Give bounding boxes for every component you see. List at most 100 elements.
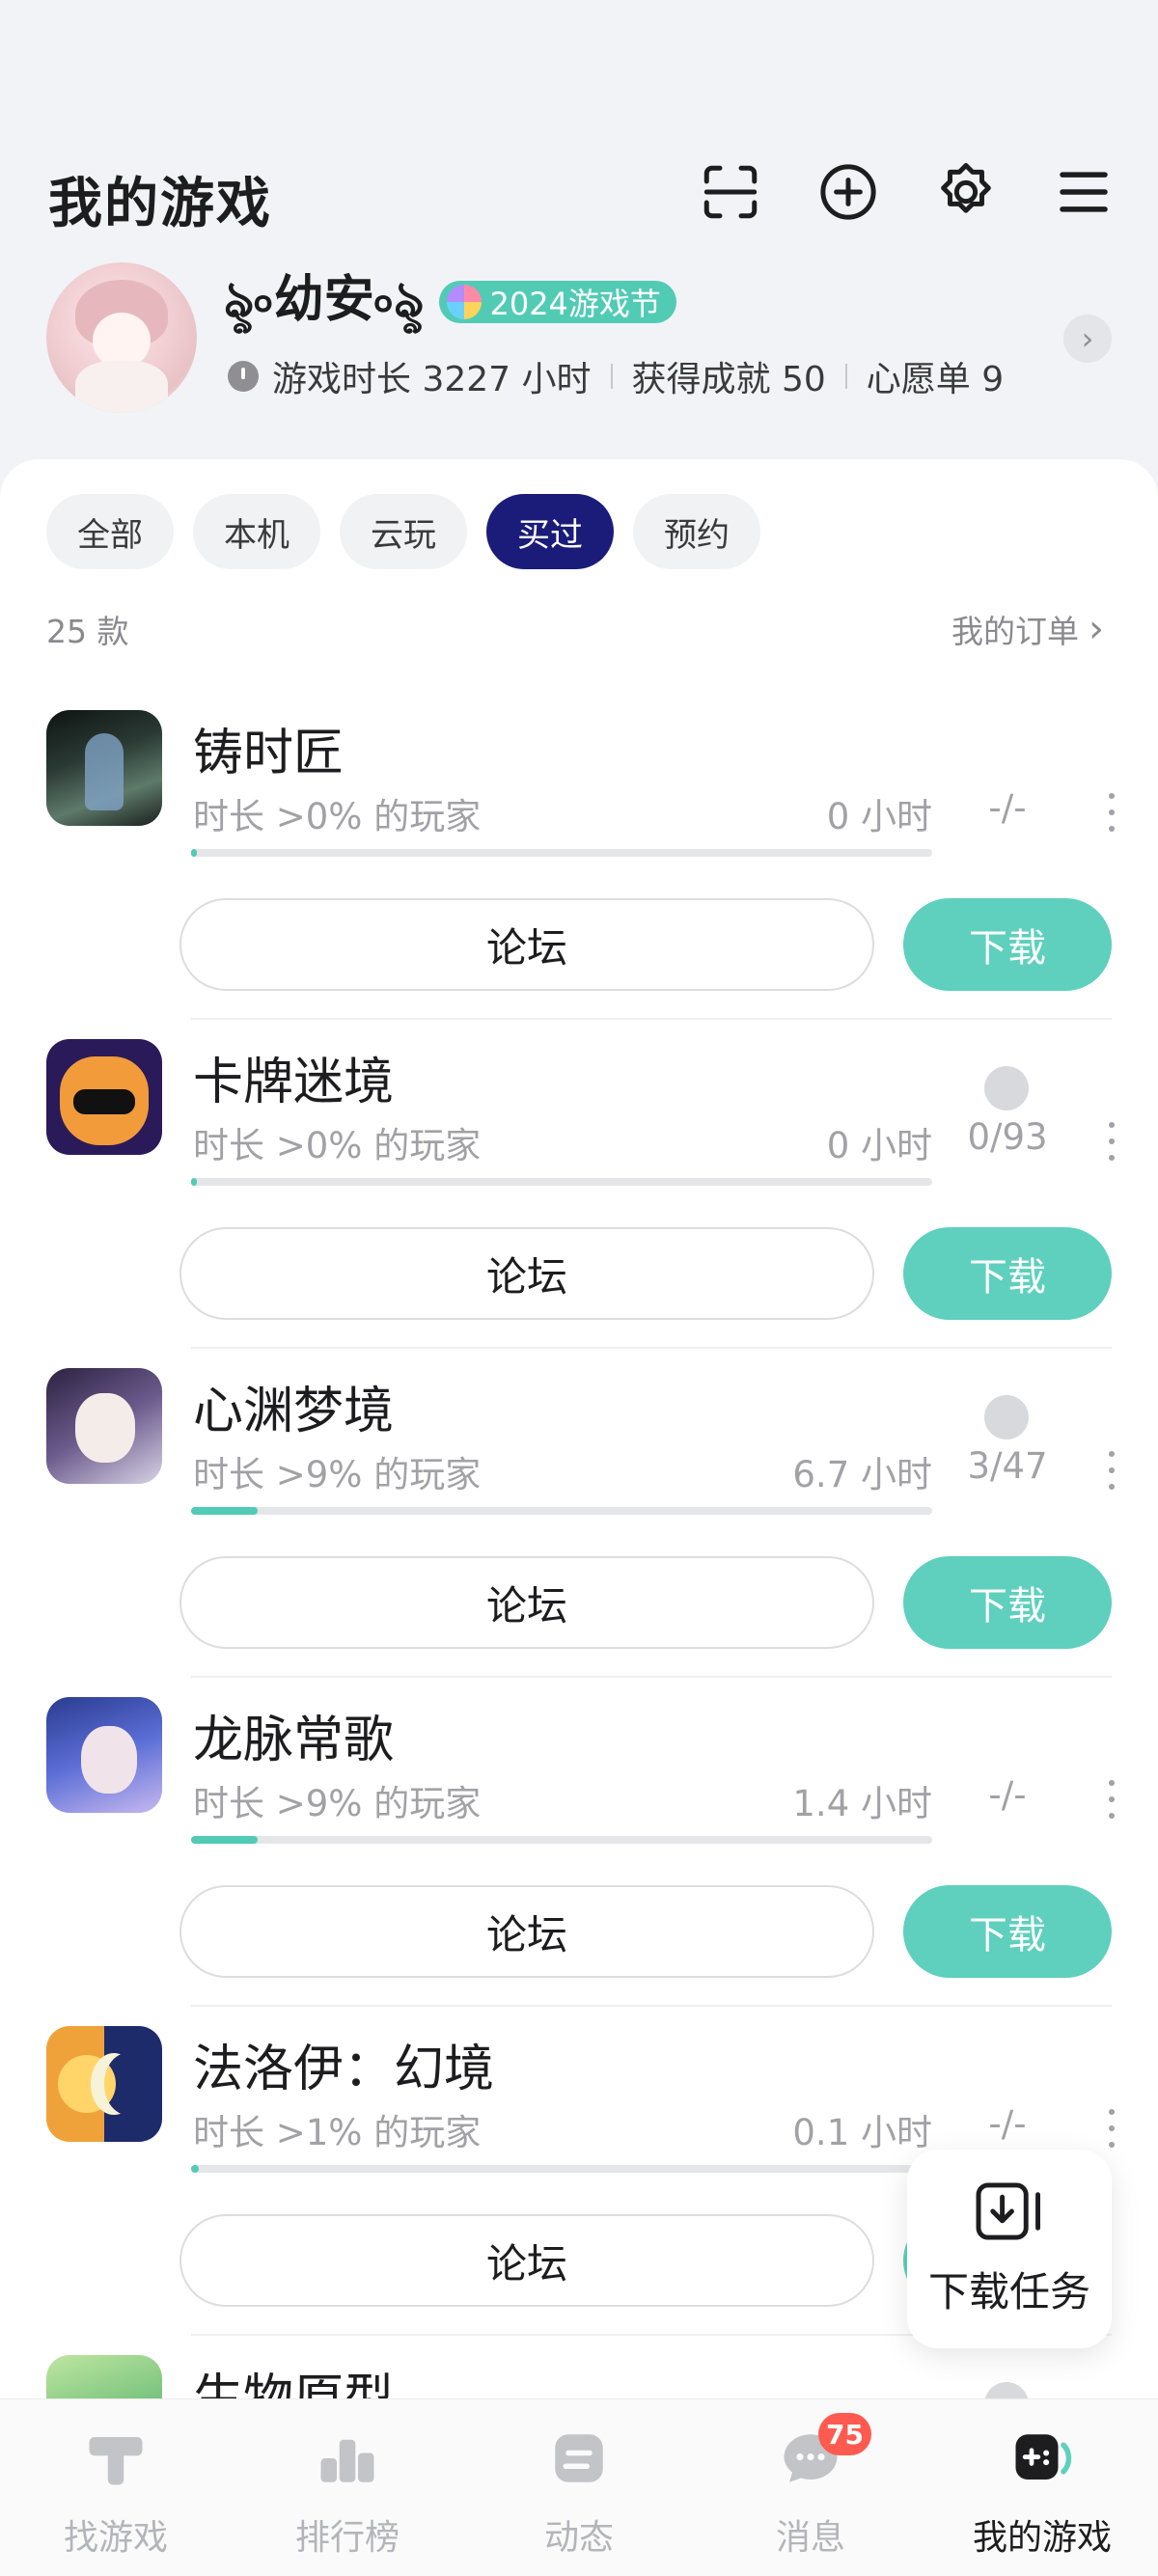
game-row: 卡牌迷境 时长 >0% 的玩家 0 小时 0/93 论坛 下载 xyxy=(0,1020,1158,1349)
trophy-icon xyxy=(984,1066,1029,1110)
playtime-hours: 1.4 小时 xyxy=(792,1783,932,1824)
filter-chips: 全部 本机 云玩 买过 预约 xyxy=(46,494,760,569)
chip-all[interactable]: 全部 xyxy=(46,494,174,569)
forum-button[interactable]: 论坛 xyxy=(179,1556,874,1649)
game-name[interactable]: 龙脉常歌 xyxy=(193,1699,394,1771)
settings-icon[interactable] xyxy=(930,156,1002,228)
playtime-bar xyxy=(191,849,932,857)
more-options-icon[interactable] xyxy=(1102,2109,1121,2148)
tab-label: 我的游戏 xyxy=(972,2518,1112,2558)
chip-local[interactable]: 本机 xyxy=(193,494,320,569)
download-button[interactable]: 下载 xyxy=(903,1556,1112,1649)
trophy-icon xyxy=(984,1395,1029,1439)
tab-label: 动态 xyxy=(543,2518,614,2558)
more-options-icon[interactable] xyxy=(1102,1122,1121,1161)
playtime-bar-fill xyxy=(191,2165,199,2173)
playtime-bar-fill xyxy=(191,1836,259,1844)
playtime-bar xyxy=(191,1507,932,1515)
menu-icon[interactable] xyxy=(1048,156,1119,228)
tab-feed[interactable]: 动态 xyxy=(463,2399,695,2576)
scan-icon[interactable] xyxy=(695,156,766,228)
game-name[interactable]: 心渊梦境 xyxy=(193,1370,394,1442)
playtime-hours: 0 小时 xyxy=(826,1125,932,1166)
game-icon[interactable] xyxy=(46,1697,162,1813)
download-tasks-label: 下载任务 xyxy=(927,2267,1090,2316)
game-name[interactable]: 法洛伊：幻境 xyxy=(193,2028,494,2100)
playtime-hours: 0.1 小时 xyxy=(792,2112,932,2153)
game-name[interactable]: 铸时匠 xyxy=(193,712,344,784)
find-game-icon xyxy=(82,2425,150,2492)
playtime-percentile: 时长 >9% 的玩家 xyxy=(193,1783,482,1824)
ranking-icon xyxy=(314,2425,381,2492)
tab-find-game[interactable]: 找游戏 xyxy=(0,2399,232,2576)
playtime-bar xyxy=(191,1836,932,1844)
stat-playtime: 游戏时长 3227 小时 xyxy=(272,360,592,399)
playtime-hours: 0 小时 xyxy=(826,796,932,837)
more-options-icon[interactable] xyxy=(1102,1780,1121,1819)
header: 我的游戏 ৡ৹幼安৹ৡ 2024游戏节 游戏时长 3227 小时 获得成就 50… xyxy=(0,0,1158,463)
tab-label: 消息 xyxy=(775,2518,845,2558)
playtime-bar xyxy=(191,2165,932,2173)
chip-purchased[interactable]: 买过 xyxy=(486,494,614,569)
playtime-percentile: 时长 >0% 的玩家 xyxy=(193,1125,482,1166)
add-circle-icon[interactable] xyxy=(813,156,884,228)
stat-achievements: 获得成就 50 xyxy=(631,360,826,399)
tab-ranking[interactable]: 排行榜 xyxy=(232,2399,463,2576)
playtime-bar-fill xyxy=(191,1507,259,1515)
page-title: 我的游戏 xyxy=(48,173,272,235)
playtime-hours: 6.7 小时 xyxy=(792,1454,932,1495)
festival-flower-icon xyxy=(447,284,482,319)
my-orders-label: 我的订单 xyxy=(951,613,1079,650)
game-count: 25 款 xyxy=(46,613,129,650)
playtime-bar xyxy=(191,1178,932,1186)
tab-messages[interactable]: 75 消息 xyxy=(695,2399,926,2576)
download-tasks-icon xyxy=(976,2181,1041,2240)
feed-icon xyxy=(545,2425,613,2492)
playtime-percentile: 时长 >1% 的玩家 xyxy=(193,2112,482,2153)
game-icon[interactable] xyxy=(46,2026,162,2142)
playtime-bar-fill xyxy=(191,849,198,857)
event-badge[interactable]: 2024游戏节 xyxy=(439,280,676,323)
stat-divider xyxy=(844,364,847,389)
achievement-progress: -/- xyxy=(988,1774,1027,1816)
nickname: ৡ৹幼安৹ৡ xyxy=(224,271,425,329)
download-button[interactable]: 下载 xyxy=(903,898,1112,991)
more-options-icon[interactable] xyxy=(1102,1451,1121,1490)
unread-badge: 75 xyxy=(818,2413,871,2455)
download-button[interactable]: 下载 xyxy=(903,1885,1112,1978)
profile-name-row[interactable]: ৡ৹幼安৹ৡ 2024游戏节 xyxy=(224,259,676,344)
my-orders-link[interactable]: 我的订单 › xyxy=(951,606,1104,652)
avatar[interactable] xyxy=(46,262,197,413)
download-button[interactable]: 下载 xyxy=(903,1227,1112,1320)
forum-button[interactable]: 论坛 xyxy=(179,2214,874,2307)
profile-stats: 游戏时长 3227 小时 获得成就 50 心愿单 9 xyxy=(228,351,1004,401)
event-badge-label: 2024游戏节 xyxy=(489,285,661,322)
game-row: 心渊梦境 时长 >9% 的玩家 6.7 小时 3/47 论坛 下载 xyxy=(0,1349,1158,1678)
game-icon[interactable] xyxy=(46,1039,162,1155)
chip-cloud[interactable]: 云玩 xyxy=(340,494,467,569)
timer-icon xyxy=(228,361,259,392)
chevron-right-icon[interactable]: › xyxy=(1063,315,1112,363)
stat-wishlist: 心愿单 9 xyxy=(866,360,1005,399)
bottom-tab-bar: 找游戏 排行榜 动态 75 消息 我的游戏 xyxy=(0,2398,1158,2576)
game-row: 铸时匠 时长 >0% 的玩家 0 小时 -/- 论坛 下载 xyxy=(0,691,1158,1020)
forum-button[interactable]: 论坛 xyxy=(179,1885,874,1978)
achievement-progress: 0/93 xyxy=(967,1116,1048,1158)
chip-reserved[interactable]: 预约 xyxy=(633,494,760,569)
my-games-icon xyxy=(1008,2425,1076,2492)
forum-button[interactable]: 论坛 xyxy=(179,898,874,991)
forum-button[interactable]: 论坛 xyxy=(179,1227,874,1320)
stat-divider xyxy=(610,364,613,389)
tab-label: 排行榜 xyxy=(294,2518,400,2558)
tab-my-games[interactable]: 我的游戏 xyxy=(926,2399,1158,2576)
download-tasks-button[interactable]: 下载任务 xyxy=(907,2150,1112,2348)
achievement-progress: -/- xyxy=(988,787,1027,829)
game-name[interactable]: 卡牌迷境 xyxy=(193,1041,394,1113)
more-options-icon[interactable] xyxy=(1102,793,1121,832)
header-actions xyxy=(695,156,1119,228)
playtime-percentile: 时长 >9% 的玩家 xyxy=(193,1454,482,1495)
game-icon[interactable] xyxy=(46,710,162,826)
game-row: 龙脉常歌 时长 >9% 的玩家 1.4 小时 -/- 论坛 下载 xyxy=(0,1678,1158,2007)
playtime-percentile: 时长 >0% 的玩家 xyxy=(193,796,482,837)
game-icon[interactable] xyxy=(46,1368,162,1484)
